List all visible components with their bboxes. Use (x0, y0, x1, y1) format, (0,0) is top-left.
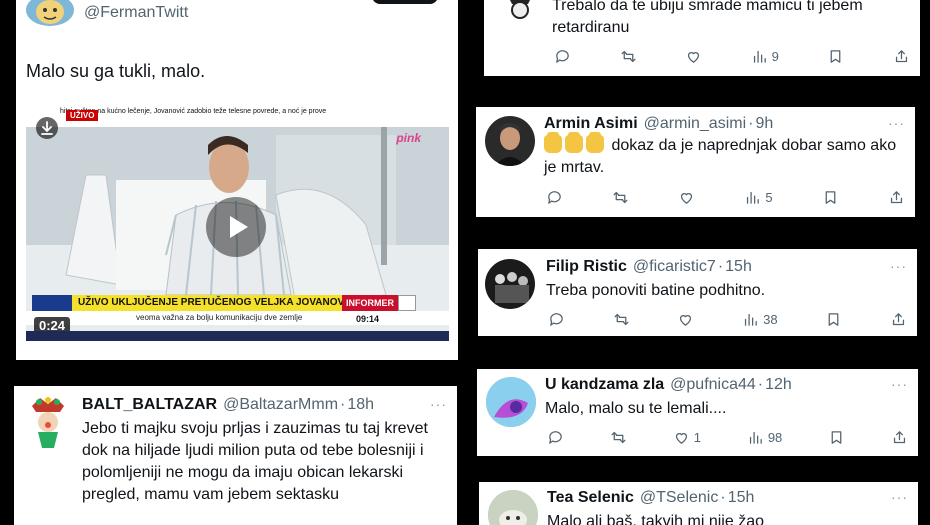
clap-emoji-icon (586, 132, 604, 153)
reply-icon[interactable] (548, 311, 565, 328)
reply-tweet: Armin Asimi @armin_asimi · 9h ··· dokaz … (476, 107, 915, 217)
download-icon[interactable] (36, 117, 58, 139)
avatar[interactable] (26, 0, 74, 26)
share-icon[interactable] (893, 48, 910, 65)
channel-logo (32, 295, 74, 311)
views-count: 98 (767, 429, 783, 445)
more-icon[interactable]: ··· (891, 489, 908, 505)
tweet-text: Malo ali baš, takvih mi nije žao (547, 513, 764, 525)
tweet-time[interactable]: 15h (725, 257, 752, 277)
retweet-icon[interactable] (610, 429, 627, 446)
more-icon[interactable]: ··· (891, 376, 908, 392)
clap-emoji-icon (544, 132, 562, 153)
avatar[interactable] (488, 490, 538, 525)
author-handle[interactable]: @armin_asimi (644, 114, 746, 134)
views-count: 9 (771, 48, 779, 64)
reply-icon[interactable] (554, 48, 571, 65)
tweet-time[interactable]: 9h (755, 114, 773, 134)
follow-button[interactable] (372, 0, 438, 4)
bookmark-icon[interactable] (828, 429, 845, 446)
tweet-video[interactable]: hitci pušten na kućno lečenje, Jovanović… (26, 105, 449, 341)
separator: · (748, 115, 754, 132)
author-handle[interactable]: @pufnica44 (670, 375, 756, 395)
more-icon[interactable]: ··· (890, 258, 907, 274)
like-icon[interactable]: 1 (673, 429, 701, 446)
clock-badge: 09:14 (356, 314, 380, 324)
like-icon[interactable] (677, 311, 694, 328)
tweet-body: dokaz da je naprednjak dobar samo ako je… (544, 132, 904, 179)
views-icon[interactable]: 9 (751, 48, 779, 65)
tweet-actions: 1 98 (547, 427, 908, 447)
reply-tweet: U kandzama zla @pufnica44 · 12h ··· Malo… (477, 369, 918, 456)
tweet-time[interactable]: 12h (765, 375, 792, 395)
separator: · (340, 396, 346, 413)
views-count: 5 (765, 189, 773, 205)
avatar[interactable] (26, 394, 70, 450)
like-icon[interactable] (678, 189, 695, 206)
channel-tag: pink (396, 131, 421, 145)
clap-emoji-icon (565, 132, 583, 153)
views-icon[interactable]: 5 (744, 189, 773, 206)
reply-icon[interactable] (546, 189, 563, 206)
bookmark-icon[interactable] (822, 189, 839, 206)
reply-icon[interactable] (547, 429, 564, 446)
tweet-text: Treba ponoviti batine podhitno. (546, 282, 766, 299)
reply-tweet: Trebalo da te ubiju smrade mamicu ti jeb… (484, 0, 920, 76)
share-icon[interactable] (888, 189, 905, 206)
avatar[interactable] (486, 377, 536, 427)
tweet-text: Trebalo da te ubiju smrade mamicu ti jeb… (552, 0, 863, 36)
author-name[interactable]: Filip Ristic (546, 257, 627, 277)
reply-tweet: Filip Ristic @ficaristic7 · 15h ··· Treb… (478, 249, 917, 336)
tweet-actions: 9 (554, 46, 910, 66)
more-icon[interactable]: ··· (888, 115, 905, 131)
author-handle[interactable]: @TSelenic (640, 488, 719, 508)
tweet-time[interactable]: 18h (347, 395, 374, 415)
tweet-time[interactable]: 15h (728, 488, 755, 508)
more-icon[interactable]: ··· (430, 396, 447, 412)
views-count: 38 (763, 311, 778, 327)
reply-tweet: Tea Selenic @TSelenic · 15h ··· Malo ali… (479, 482, 918, 525)
likes-count: 1 (693, 429, 701, 445)
like-icon[interactable] (685, 48, 702, 65)
author-handle[interactable]: @FermanTwitt (84, 4, 188, 22)
separator: · (717, 258, 724, 275)
views-icon[interactable]: 98 (747, 429, 782, 446)
author-name[interactable]: BALT_BALTAZAR (82, 395, 217, 415)
video-bottom-band (26, 331, 449, 341)
avatar[interactable] (485, 259, 535, 309)
tweet-actions: 38 (548, 309, 907, 329)
retweet-icon[interactable] (613, 311, 630, 328)
share-icon[interactable] (890, 311, 907, 328)
share-icon[interactable] (891, 429, 908, 446)
news-headline: UŽIVO UKLJUČENJE PRETUČENOG VELJKA JOVAN… (72, 295, 368, 311)
author-handle[interactable]: @BaltazarMmm (223, 395, 338, 415)
tweet-text: Jebo ti majku svoju prljas i zauzimas tu… (82, 420, 428, 503)
author-handle[interactable]: @ficaristic7 (633, 257, 716, 277)
live-badge: UŽIVO (66, 110, 99, 121)
retweet-icon[interactable] (620, 48, 637, 65)
bookmark-icon[interactable] (825, 311, 842, 328)
separator: · (720, 489, 726, 506)
tweet-text: Malo, malo su te lemali.... (545, 400, 727, 417)
views-icon[interactable]: 38 (742, 311, 778, 328)
tv-logo (398, 295, 416, 311)
avatar[interactable] (485, 116, 535, 166)
author-name[interactable]: U kandzama zla (545, 375, 664, 395)
author-name[interactable]: Armin Asimi (544, 114, 638, 134)
play-icon[interactable] (206, 197, 266, 257)
avatar[interactable] (500, 0, 540, 24)
separator: · (757, 376, 764, 393)
tweet-actions: 5 (546, 187, 905, 207)
news-subline: veoma važna za bolju komunikaciju dve ze… (26, 311, 449, 325)
author-name[interactable]: Tea Selenic (547, 488, 634, 508)
reply-tweet: BALT_BALTAZAR @BaltazarMmm · 18h ··· Jeb… (14, 386, 457, 525)
bookmark-icon[interactable] (827, 48, 844, 65)
informer-logo: INFORMER (342, 295, 398, 311)
retweet-icon[interactable] (612, 189, 629, 206)
tweet-text: Malo su ga tukli, malo. (26, 61, 206, 81)
